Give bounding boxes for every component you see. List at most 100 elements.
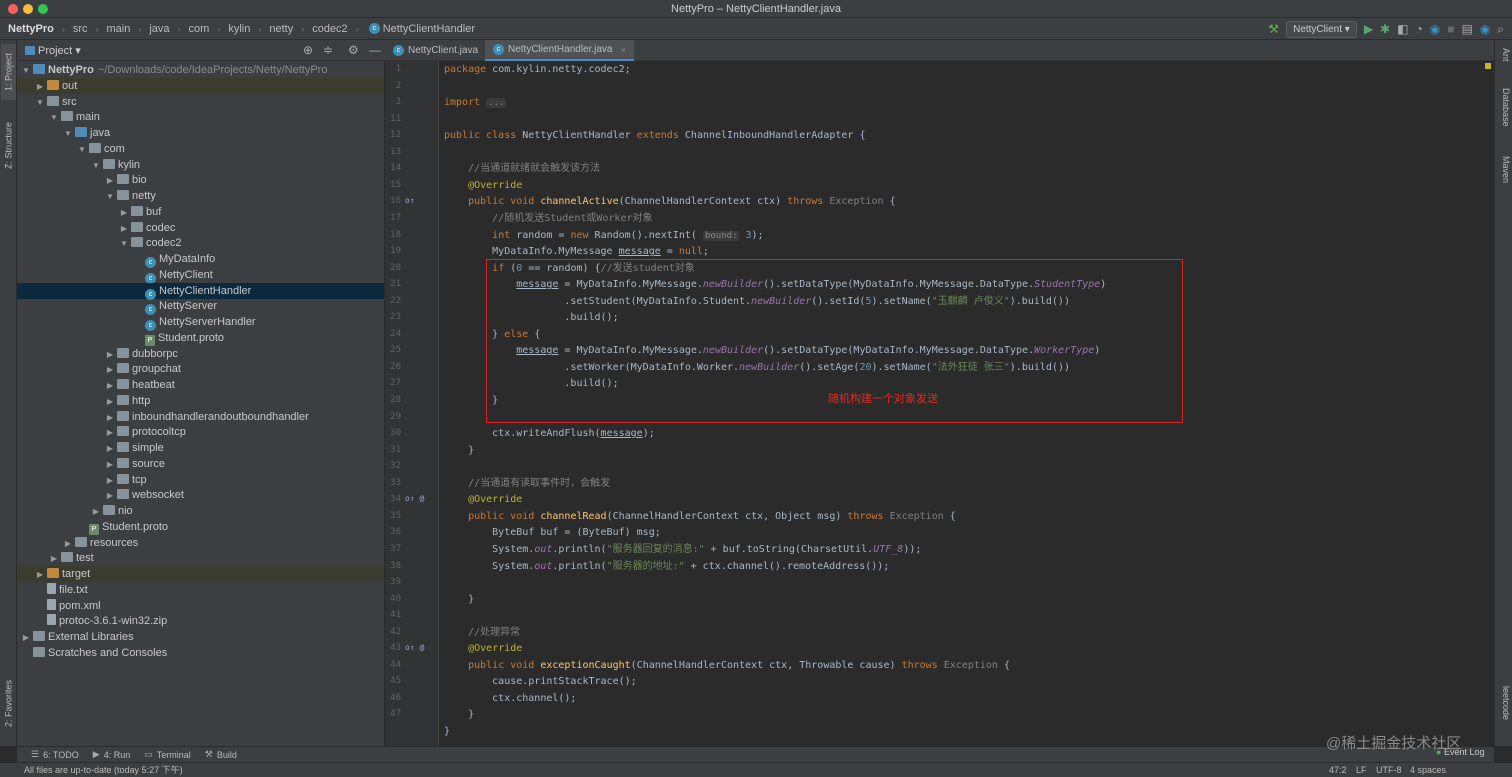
breadcrumb-item[interactable]: com › (181, 23, 221, 35)
chevron-down-icon[interactable]: ▼ (21, 63, 31, 79)
tab-favorites[interactable]: 2: Favorites (1, 668, 16, 738)
tree-item[interactable]: ▶ codec (17, 220, 384, 237)
tree-item[interactable]: ▶ simple (17, 440, 384, 457)
warning-marker-icon[interactable] (1485, 63, 1491, 69)
breadcrumb-item[interactable]: c NettyClientHandler (359, 23, 475, 35)
breadcrumb-item[interactable]: netty › (261, 23, 304, 35)
tab-maven[interactable]: Maven (1497, 156, 1511, 183)
tree-item[interactable]: ▼ NettyPro ~/Downloads/code/IdeaProjects/N… (17, 62, 384, 79)
project-view-select[interactable]: Project ▾ (38, 44, 81, 57)
breadcrumb-item[interactable]: java › (141, 23, 180, 35)
tree-item[interactable]: ▼ java (17, 125, 384, 142)
tree-item[interactable]: ▶ test (17, 550, 384, 566)
tree-item[interactable]: ▶ buf (17, 204, 384, 221)
run-icon[interactable]: ▶ (1364, 22, 1373, 36)
chevron-right-icon[interactable]: ▶ (91, 504, 101, 520)
chevron-down-icon[interactable]: ▼ (119, 236, 129, 252)
chevron-right-icon[interactable]: ▶ (105, 441, 115, 457)
bottom-tab[interactable]: ▭ Terminal (144, 749, 191, 760)
tree-item[interactable]: ▼ kylin (17, 157, 384, 173)
override-gutter-icon[interactable]: o↑ @ (405, 494, 424, 503)
tree-item[interactable]: ▼ main (17, 109, 384, 126)
tree-item[interactable]: ▶ External Libraries (17, 629, 384, 646)
indent-setting[interactable]: 4 spaces (1410, 763, 1446, 777)
breadcrumb-item[interactable]: codec2 › (304, 23, 358, 35)
project-structure-icon[interactable]: ▤ (1461, 22, 1472, 36)
tree-item[interactable]: ▼ codec2 (17, 235, 384, 252)
hide-panel-icon[interactable]: — (369, 43, 381, 57)
override-gutter-icon[interactable]: o↑ @ (405, 643, 424, 652)
tree-item[interactable]: ▶ bio (17, 172, 384, 189)
tab-structure[interactable]: Z: Structure (1, 110, 16, 180)
breadcrumb-item[interactable]: kylin › (220, 23, 261, 35)
chevron-right-icon[interactable]: ▶ (119, 221, 129, 237)
tab-project[interactable]: 1: Project (1, 44, 16, 100)
search-everywhere-icon[interactable]: ⌕ (1497, 22, 1504, 36)
breadcrumb-item[interactable]: NettyPro › (0, 23, 65, 35)
chevron-right-icon[interactable]: ▶ (105, 473, 115, 489)
tree-item[interactable]: pom.xml (17, 598, 384, 614)
tree-item[interactable]: c NettyClientHandler (17, 282, 384, 300)
tree-item[interactable]: ▶ out (17, 77, 384, 95)
gear-icon[interactable]: ⚙ (348, 43, 359, 57)
chevron-right-icon[interactable]: ▶ (119, 205, 129, 221)
chevron-right-icon[interactable]: ▶ (105, 362, 115, 378)
chevron-down-icon[interactable]: ▼ (105, 189, 115, 205)
chevron-right-icon[interactable]: ▶ (105, 173, 115, 189)
chevron-right-icon[interactable]: ▶ (21, 630, 31, 646)
chevron-right-icon[interactable]: ▶ (105, 394, 115, 410)
chevron-right-icon[interactable]: ▶ (63, 536, 73, 552)
collapse-icon[interactable]: ≑ (323, 43, 333, 57)
tree-item[interactable]: ▶ source (17, 456, 384, 473)
chevron-right-icon[interactable]: ▶ (105, 488, 115, 504)
override-gutter-icon[interactable]: o↑ (405, 196, 415, 205)
tree-item[interactable]: protoc-3.6.1-win32.zip (17, 613, 384, 629)
file-encoding[interactable]: UTF-8 (1376, 763, 1402, 777)
tab-database[interactable]: Database (1497, 88, 1511, 127)
tree-item[interactable]: ▶ nio (17, 503, 384, 520)
tree-item[interactable]: c NettyServerHandler (17, 314, 384, 331)
tree-item[interactable]: ▶ websocket (17, 487, 384, 504)
stop-icon[interactable]: ■ (1447, 22, 1454, 36)
chevron-right-icon[interactable]: ▶ (105, 425, 115, 441)
tab-ant[interactable]: Ant (1497, 48, 1511, 62)
tree-item[interactable]: ▶ inboundhandlerandoutboundhandler (17, 409, 384, 426)
tree-item[interactable]: ▶ resources (17, 535, 384, 552)
tree-item[interactable]: c NettyServer (17, 298, 384, 316)
chevron-right-icon[interactable]: ▶ (105, 410, 115, 426)
line-separator[interactable]: LF (1356, 763, 1367, 777)
update-icon[interactable]: ◉ (1430, 22, 1440, 36)
chevron-right-icon[interactable]: ▶ (105, 347, 115, 363)
bottom-tab[interactable]: ▶ 4: Run (93, 749, 130, 760)
chevron-right-icon[interactable]: ▶ (105, 457, 115, 473)
minimize-window-button[interactable] (23, 4, 33, 14)
chevron-down-icon[interactable]: ▼ (35, 95, 45, 111)
tree-item[interactable]: P Student.proto (17, 519, 384, 535)
chevron-down-icon[interactable]: ▼ (49, 110, 59, 126)
build-hammer-icon[interactable]: ⚒ (1268, 22, 1279, 36)
caret-position[interactable]: 47:2 (1329, 763, 1347, 777)
tree-item[interactable]: ▶ tcp (17, 472, 384, 489)
locate-icon[interactable]: ⊕ (303, 43, 313, 57)
tab-leetcode[interactable]: leetcode (1497, 686, 1511, 720)
chevron-right-icon[interactable]: ▶ (35, 79, 45, 95)
chevron-down-icon[interactable]: ▼ (63, 126, 73, 142)
tree-item[interactable]: file.txt (17, 582, 384, 598)
tree-item[interactable]: ▶ target (17, 566, 384, 583)
tree-item[interactable]: ▼ src (17, 94, 384, 111)
tree-item[interactable]: Scratches and Consoles (17, 645, 384, 661)
tree-item[interactable]: ▶ dubborpc (17, 346, 384, 363)
chevron-right-icon[interactable]: ▶ (35, 567, 45, 583)
editor-tab[interactable]: c NettyClientHandler.java × (485, 40, 634, 61)
breadcrumb-item[interactable]: main › (99, 23, 142, 35)
tree-item[interactable]: ▼ com (17, 141, 384, 157)
tree-item[interactable]: ▶ http (17, 393, 384, 410)
debug-icon[interactable]: ✱ (1380, 22, 1390, 36)
tree-item[interactable]: ▼ netty (17, 188, 384, 205)
profile-icon[interactable]: ◔ (1415, 22, 1422, 36)
tree-item[interactable]: c MyDataInfo (17, 251, 384, 268)
tree-item[interactable]: ▶ heatbeat (17, 377, 384, 393)
maximize-window-button[interactable] (38, 4, 48, 14)
close-window-button[interactable] (8, 4, 18, 14)
plugin-icon[interactable]: ◉ (1480, 22, 1490, 36)
